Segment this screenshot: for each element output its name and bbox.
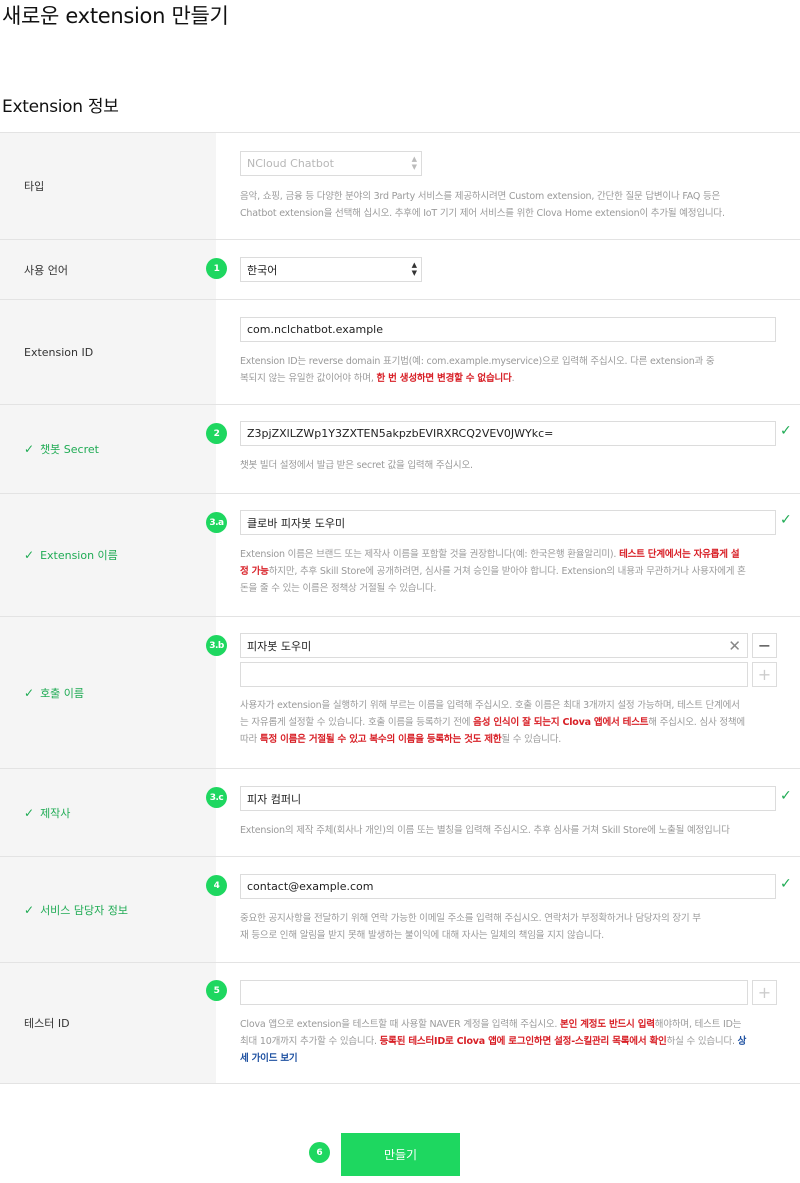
tester-help: Clova 앱으로 extension을 테스트할 때 사용할 NAVER 계정… [240, 1019, 747, 1064]
row-maker: ✓ 제작사 3.c 피자 컴퍼니 Extension의 제작 주체(회사나 개인)… [0, 769, 800, 857]
extension-name-help: Extension 이름은 브랜드 또는 제작사 이름을 포함할 것을 권장합니… [240, 549, 746, 594]
check-icon: ✓ [24, 805, 35, 820]
type-help: 음악, 쇼핑, 금융 등 다양한 분야의 3rd Party 서비스를 제공하시… [240, 191, 725, 219]
check-icon: ✓ [780, 876, 792, 892]
call-name-input-2[interactable] [240, 662, 748, 687]
step-badge: 5 [206, 980, 227, 1001]
guide-link[interactable]: 세 가이드 보기 [240, 1053, 298, 1064]
extension-id-input[interactable]: com.nclchatbot.example [240, 317, 776, 342]
section-title: Extension 정보 [2, 97, 119, 117]
extension-name-input[interactable]: 클로바 피자봇 도우미 [240, 510, 776, 535]
row-secret: ✓ 챗봇 Secret 2 Z3pjZXlLZWp1Y3ZXTEN5akpzbEV… [0, 405, 800, 494]
check-icon: ✓ [780, 788, 792, 804]
row-extension-id: Extension ID com.nclchatbot.example Exte… [0, 300, 800, 405]
row-call-name: ✓ 호출 이름 3.b 피자봇 도우미 ✕ − + 사용자가 extension을… [0, 617, 800, 769]
contact-help: 중요한 공지사항을 전달하기 위해 연락 가능한 이메일 주소를 입력해 주십시… [240, 913, 701, 941]
extension-info-form: 타입 NCloud Chatbot ▲ ▼ 음악, 쇼핑, 금융 등 다양한 분야… [0, 132, 800, 1084]
step-badge: 3.a [206, 512, 227, 533]
row-language: 사용 언어 1 한국어 ▲ ▼ [0, 240, 800, 300]
step-badge: 1 [206, 258, 227, 279]
check-icon: ✓ [24, 548, 35, 562]
select-arrows-icon: ▲ ▼ [411, 155, 417, 171]
row-extension-name: ✓ Extension 이름 3.a 클로바 피자봇 도우미 Extension … [0, 494, 800, 617]
close-icon[interactable]: ✕ [728, 637, 741, 655]
add-call-name-button[interactable]: + [752, 662, 777, 687]
step-badge: 3.c [206, 787, 227, 808]
tester-id-input[interactable] [240, 980, 748, 1005]
secret-help: 챗봇 빌더 설정에서 발급 받은 secret 값을 입력해 주십시오. [240, 460, 473, 471]
row-tester: 테스터 ID 5 + Clova 앱으로 extension을 테스트할 때 사… [0, 963, 800, 1084]
step-badge: 2 [206, 423, 227, 444]
contact-email-input[interactable]: contact@example.com [240, 874, 776, 899]
add-tester-button[interactable]: + [752, 980, 777, 1005]
row-label-type: 타입 [0, 133, 216, 239]
maker-help: Extension의 제작 주체(회사나 개인)의 이름 또는 별칭을 입력해 … [240, 825, 730, 836]
step-badge: 4 [206, 875, 227, 896]
remove-call-name-button[interactable]: − [752, 633, 777, 658]
type-select[interactable]: NCloud Chatbot ▲ ▼ [240, 151, 422, 176]
call-name-help: 사용자가 extension을 실행하기 위해 부르는 이름을 입력해 주십시오… [240, 700, 745, 745]
step-badge: 6 [309, 1142, 330, 1163]
row-type: 타입 NCloud Chatbot ▲ ▼ 음악, 쇼핑, 금융 등 다양한 분야… [0, 133, 800, 240]
create-button[interactable]: 만들기 [341, 1133, 460, 1176]
maker-input[interactable]: 피자 컴퍼니 [240, 786, 776, 811]
extension-id-help: Extension ID는 reverse domain 표기법(예: com.… [240, 356, 715, 384]
check-icon: ✓ [24, 442, 35, 456]
secret-input[interactable]: Z3pjZXlLZWp1Y3ZXTEN5akpzbEVIRXRCQ2VEV0JW… [240, 421, 776, 446]
call-name-input[interactable]: 피자봇 도우미 ✕ [240, 633, 748, 658]
check-icon: ✓ [24, 685, 35, 700]
guide-link[interactable]: 상 [738, 1036, 747, 1047]
check-icon: ✓ [24, 902, 35, 917]
check-icon: ✓ [780, 512, 792, 528]
language-select[interactable]: 한국어 ▲ ▼ [240, 257, 422, 282]
row-contact: ✓ 서비스 담당자 정보 4 contact@example.com 중요한 공지… [0, 857, 800, 963]
check-icon: ✓ [780, 423, 792, 439]
select-arrows-icon: ▲ ▼ [411, 261, 417, 277]
step-badge: 3.b [206, 635, 227, 656]
page-title: 새로운 extension 만들기 [2, 4, 229, 28]
